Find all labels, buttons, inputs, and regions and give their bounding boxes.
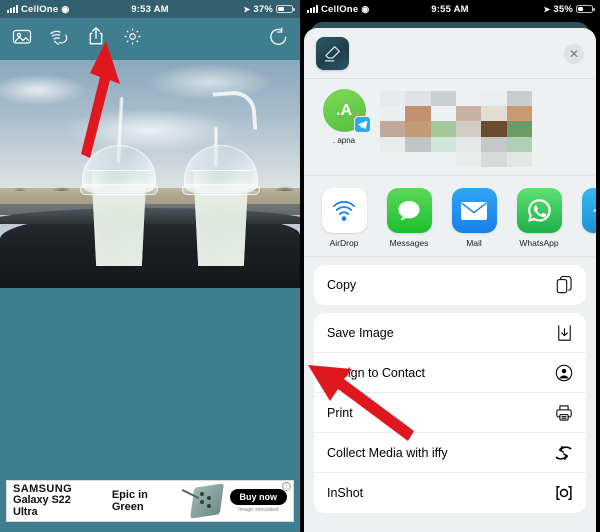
inshot-icon: [551, 484, 573, 502]
ad-brand: SAMSUNG Galaxy S22 Ultra: [13, 483, 96, 519]
share-actions-list: Copy Save Image Assign to Contact Print …: [304, 257, 596, 521]
ad-banner-container: SAMSUNG Galaxy S22 Ultra Epic in Green B…: [0, 470, 300, 532]
action-group-copy: Copy: [314, 265, 586, 305]
signal-bars-icon: [307, 5, 318, 13]
ad-brand-line2: Galaxy S22 Ultra: [13, 494, 71, 518]
carrier-label: CellOne: [321, 3, 359, 15]
action-label: Collect Media with iffy: [327, 445, 448, 460]
wifi-icon: ◉: [361, 3, 370, 14]
share-app-airdrop[interactable]: AirDrop: [318, 188, 370, 248]
share-apps-row: AirDrop Messages Mail WhatsApp: [304, 176, 596, 257]
ad-product-image: [181, 483, 224, 519]
avatar: .A: [322, 89, 371, 133]
airdrop-icon: [321, 188, 367, 233]
buy-now-button[interactable]: Buy now: [229, 489, 287, 505]
screenshot-root: CellOne ◉ 9:53 AM ➤ 37% SAMSUNG Galaxy S…: [0, 0, 600, 532]
battery-percent-label: 37%: [253, 3, 274, 15]
share-app-whatsapp[interactable]: WhatsApp: [513, 188, 565, 248]
photo-cup-left: [80, 96, 158, 266]
wifi-icon: ◉: [61, 3, 70, 14]
action-row-inshot[interactable]: InShot: [314, 473, 586, 513]
ad-info-icon[interactable]: ⓘ: [282, 482, 291, 491]
edited-photo[interactable]: [0, 60, 300, 288]
share-app-messages[interactable]: Messages: [383, 188, 435, 248]
blurred-image-thumbnail: [380, 91, 532, 167]
action-row-save-image[interactable]: Save Image: [314, 313, 586, 353]
share-sheet-header: ✕: [304, 28, 596, 79]
carrier-label: CellOne: [21, 3, 59, 15]
ad-banner[interactable]: SAMSUNG Galaxy S22 Ultra Epic in Green B…: [6, 480, 294, 522]
share-app-mail[interactable]: Mail: [448, 188, 500, 248]
share-sheet: ✕ .A . apna AirDrop Messages Mail WhatsA…: [304, 28, 596, 532]
close-icon[interactable]: ✕: [564, 43, 584, 64]
location-arrow-icon: ➤: [543, 4, 551, 14]
battery-icon: [276, 4, 295, 14]
collect-media-icon: [551, 445, 573, 461]
share-app-telegram[interactable]: Te: [578, 188, 596, 248]
action-label: Copy: [327, 278, 357, 292]
location-arrow-icon: ➤: [243, 4, 251, 14]
battery-icon: [576, 4, 595, 14]
mail-icon: [451, 188, 497, 233]
suggested-contacts-row: .A . apna: [304, 79, 596, 176]
save-download-icon: [551, 324, 573, 342]
contact-suggestion[interactable]: .A . apna: [318, 89, 371, 145]
gallery-icon[interactable]: [10, 25, 33, 48]
photo-cup-right: [182, 89, 260, 266]
share-app-label: Mail: [466, 238, 482, 248]
action-label: Assign to Contact: [327, 365, 425, 380]
whatsapp-icon: [516, 188, 562, 233]
status-bar: CellOne ◉ 9:53 AM ➤ 37%: [0, 0, 300, 18]
ad-disclaimer: Image simulated: [238, 507, 279, 513]
messages-icon: [386, 188, 432, 233]
ad-tagline: Epic in Green: [111, 489, 148, 513]
telegram-icon: [581, 188, 596, 233]
telegram-icon: [353, 116, 371, 133]
share-icon[interactable]: [84, 25, 107, 48]
status-bar-right: CellOne ◉ 9:55 AM ➤ 35%: [300, 0, 600, 18]
right-phone-screen: CellOne ◉ 9:55 AM ➤ 35% ✕ .A . apna AirD…: [300, 0, 600, 532]
action-label: Save Image: [327, 325, 394, 340]
action-row-print[interactable]: Print: [314, 393, 586, 433]
share-app-label: Messages: [389, 238, 429, 248]
action-row-assign-to-contact[interactable]: Assign to Contact: [314, 353, 586, 393]
action-label: Print: [327, 405, 353, 420]
hand-touch-icon[interactable]: [47, 25, 70, 48]
action-row-collect-media[interactable]: Collect Media with iffy: [314, 433, 586, 473]
share-app-label: WhatsApp: [519, 238, 559, 248]
action-row-copy[interactable]: Copy: [314, 265, 586, 305]
copy-icon: [551, 276, 573, 294]
action-group-main: Save Image Assign to Contact Print Colle…: [314, 313, 586, 513]
editor-toolbar: [0, 18, 300, 54]
contact-circle-icon: [551, 364, 573, 382]
clock-label: 9:53 AM: [131, 3, 169, 15]
eraser-icon: [316, 37, 349, 70]
contact-name: . apna: [332, 136, 356, 145]
battery-percent-label: 35%: [553, 3, 574, 15]
action-label: InShot: [327, 486, 364, 500]
share-app-label: AirDrop: [329, 238, 359, 248]
undo-icon[interactable]: [267, 25, 290, 48]
avatar-initials: .A: [336, 101, 352, 119]
signal-bars-icon: [7, 5, 18, 13]
clock-label: 9:55 AM: [431, 3, 469, 15]
left-phone-screen: CellOne ◉ 9:53 AM ➤ 37% SAMSUNG Galaxy S…: [0, 0, 300, 532]
printer-icon: [551, 404, 573, 422]
gear-icon[interactable]: [121, 25, 144, 48]
